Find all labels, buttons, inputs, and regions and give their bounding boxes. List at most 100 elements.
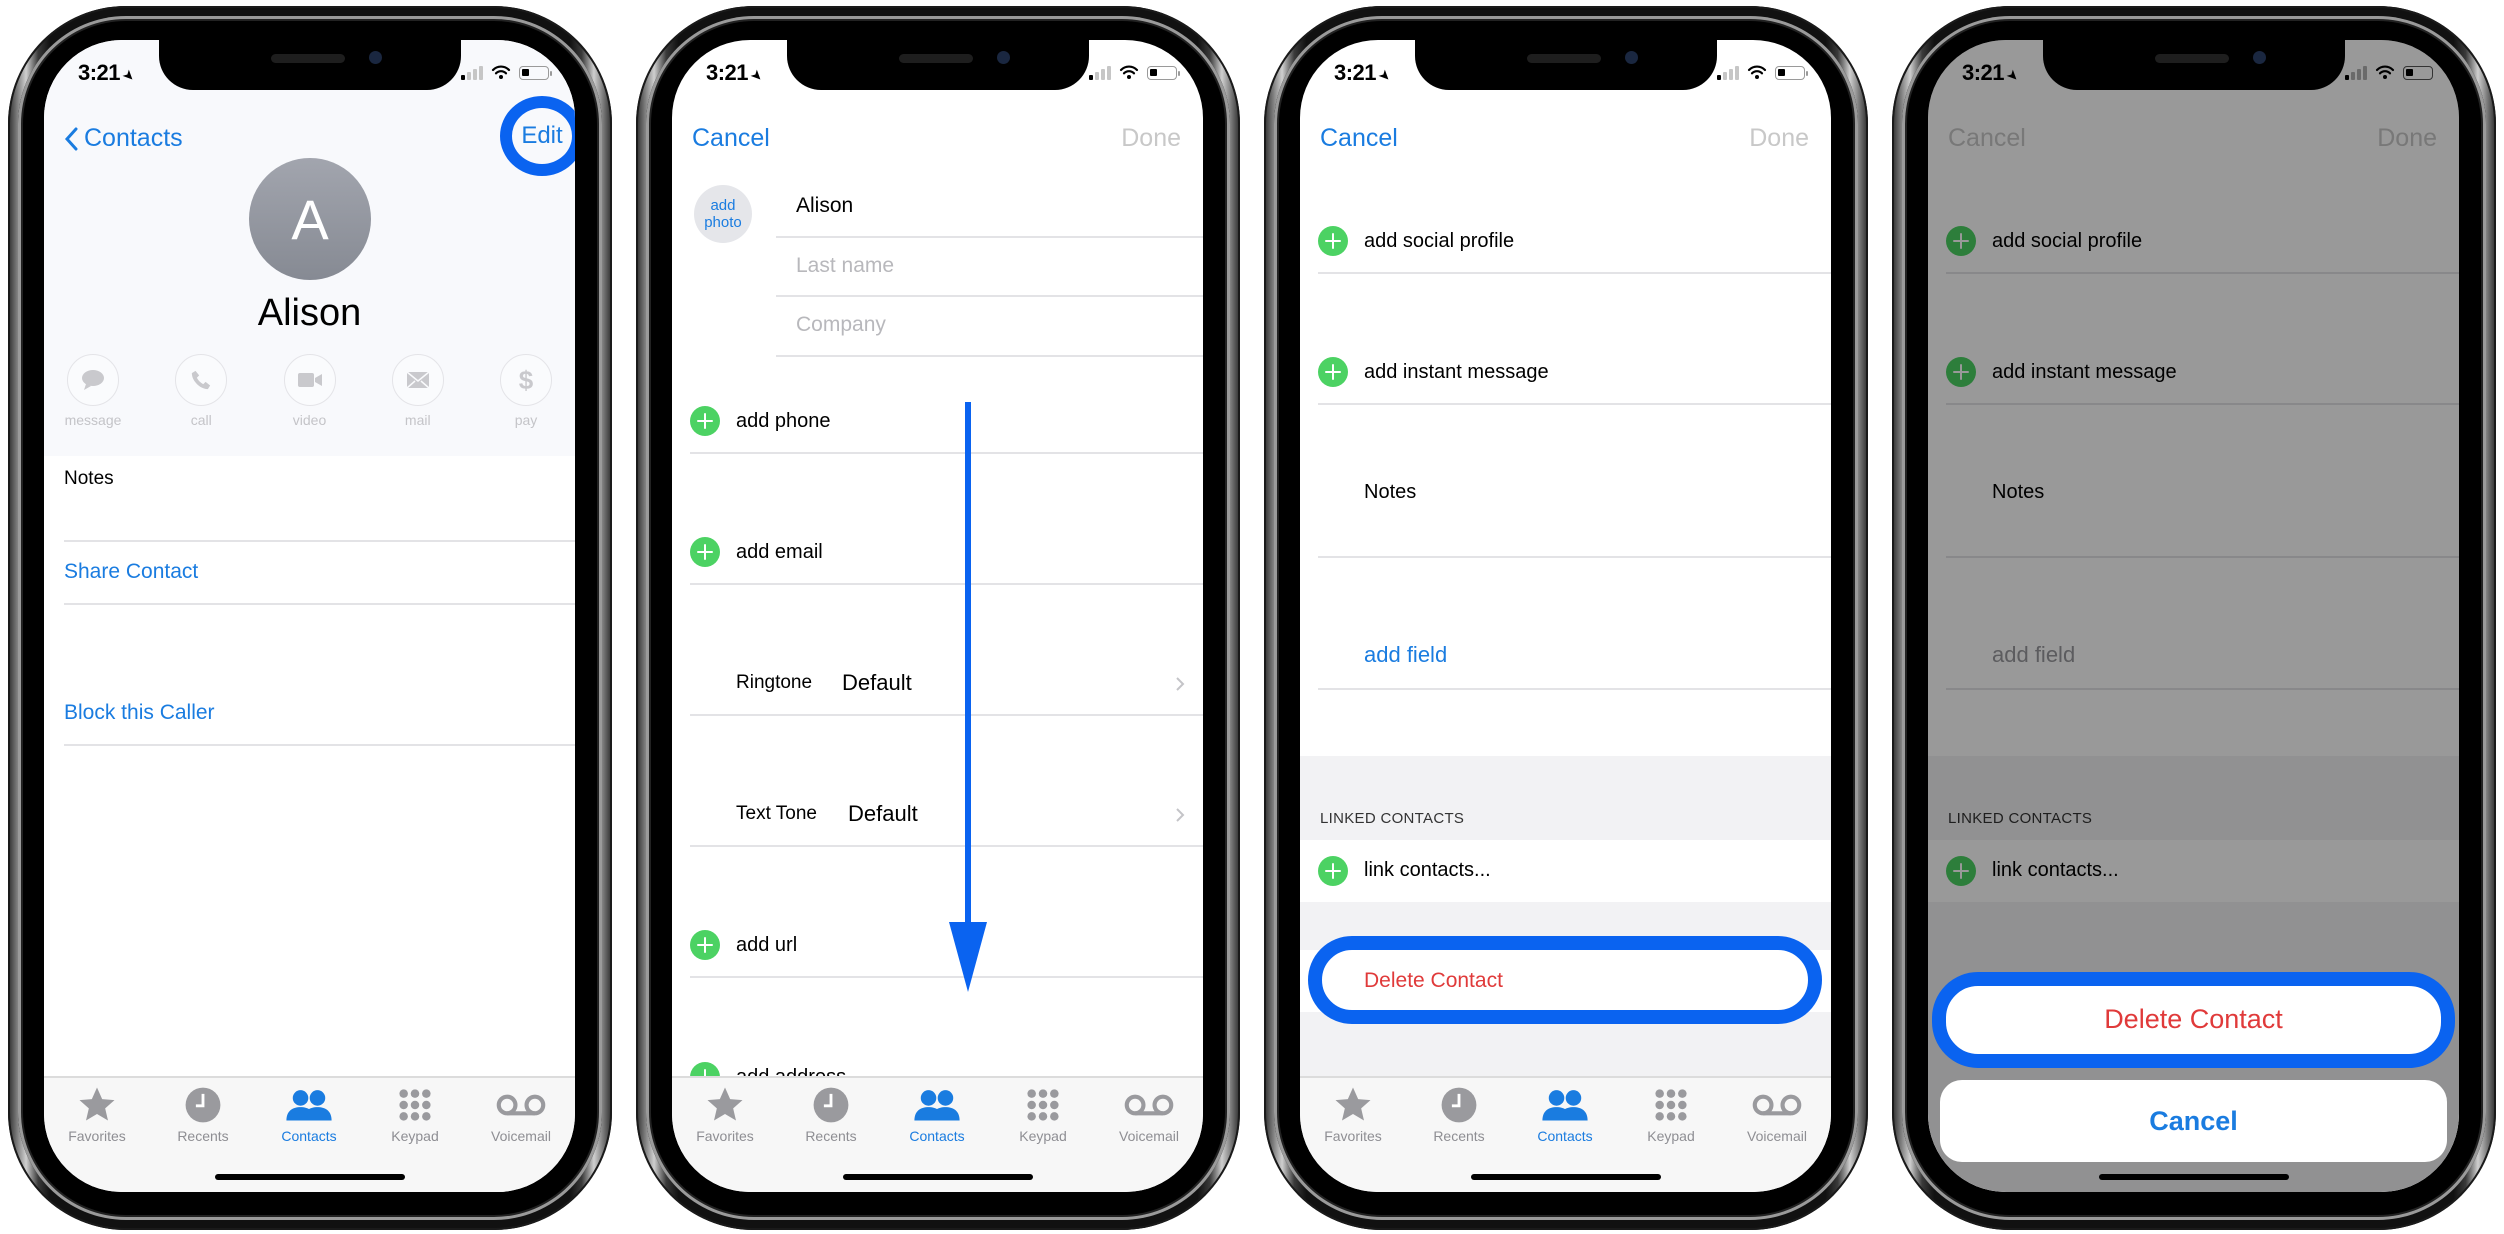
tab-contacts[interactable]: Contacts: [884, 1084, 990, 1144]
video-action-button[interactable]: video: [275, 354, 345, 428]
divider: [690, 714, 1203, 716]
message-action-button[interactable]: message: [58, 354, 128, 428]
done-button[interactable]: Done: [1749, 124, 1809, 153]
star-icon: [77, 1085, 117, 1125]
add-url-plus-icon[interactable]: [690, 930, 720, 960]
pay-action-button[interactable]: $ pay: [491, 354, 561, 428]
tab-recents[interactable]: Recents: [150, 1084, 256, 1144]
add-instant-message-plus-icon[interactable]: [1318, 357, 1348, 387]
message-bubble-icon: [82, 370, 104, 390]
status-time: 3:21➤: [706, 60, 767, 85]
home-indicator[interactable]: [1470, 1174, 1661, 1180]
nav-bar: Cancel Done: [672, 116, 1203, 160]
home-indicator[interactable]: [842, 1174, 1033, 1180]
edit-label: Edit: [521, 122, 563, 149]
contact-name: Alison: [257, 292, 362, 334]
pay-label: pay: [514, 412, 538, 428]
status-time: 3:21➤: [1962, 60, 2023, 85]
first-name-input[interactable]: Alison: [796, 194, 853, 218]
mail-action-button[interactable]: mail: [383, 354, 453, 428]
notes-label[interactable]: Notes: [1364, 481, 1416, 504]
phone-frame-3: 3:21➤ Cancel Done add social profile add…: [1264, 6, 1868, 1230]
add-email-button[interactable]: add email: [736, 541, 823, 564]
keypad-icon: [1654, 1088, 1688, 1122]
home-indicator[interactable]: [214, 1174, 405, 1180]
sheet-cancel-button[interactable]: Cancel: [1940, 1080, 2447, 1162]
divider: [1318, 403, 1831, 405]
tab-recents[interactable]: Recents: [778, 1084, 884, 1144]
cellular-signal-icon: [1717, 66, 1739, 80]
tab-keypad[interactable]: Keypad: [1618, 1084, 1724, 1144]
add-phone-plus-icon[interactable]: [690, 406, 720, 436]
edit-button[interactable]: Edit: [500, 96, 575, 176]
status-time: 3:21➤: [1334, 60, 1395, 85]
company-input[interactable]: Company: [796, 313, 886, 337]
cancel-button[interactable]: Cancel: [1320, 124, 1398, 153]
done-button[interactable]: Done: [1121, 124, 1181, 153]
ringtone-label: Ringtone: [736, 672, 813, 693]
home-indicator[interactable]: [2098, 1174, 2289, 1180]
star-icon: [1333, 1085, 1373, 1125]
sheet-cancel-label: Cancel: [2149, 1105, 2238, 1136]
voicemail-icon: [496, 1093, 546, 1117]
highlight-ring: [1932, 972, 2455, 1068]
notes-field[interactable]: [44, 460, 575, 540]
notch: [786, 40, 1089, 90]
chevron-left-icon: [64, 127, 78, 150]
tab-favorites[interactable]: Favorites: [672, 1084, 778, 1144]
battery-low-icon: [2403, 66, 2436, 80]
divider: [64, 603, 575, 605]
add-phone-button[interactable]: add phone: [736, 410, 831, 433]
last-name-input[interactable]: Last name: [796, 254, 894, 278]
tab-contacts[interactable]: Contacts: [1512, 1084, 1618, 1144]
add-social-profile-button[interactable]: add social profile: [1364, 230, 1514, 253]
back-label: Contacts: [84, 124, 183, 152]
location-arrow-icon: ➤: [747, 65, 767, 85]
text-tone-row[interactable]: Text Tone Default: [672, 771, 1203, 841]
add-social-profile-plus-icon[interactable]: [1318, 226, 1348, 256]
cellular-signal-icon: [461, 66, 483, 80]
tab-favorites[interactable]: Favorites: [44, 1084, 150, 1144]
divider: [690, 976, 1203, 978]
cellular-signal-icon: [2345, 66, 2367, 80]
voicemail-icon: [1752, 1093, 1802, 1117]
tab-keypad[interactable]: Keypad: [990, 1084, 1096, 1144]
add-photo-button[interactable]: add photo: [694, 185, 752, 243]
quick-actions: message call video mail $ pay: [58, 354, 561, 428]
tab-voicemail[interactable]: Voicemail: [468, 1084, 574, 1144]
tab-voicemail[interactable]: Voicemail: [1724, 1084, 1830, 1144]
notch: [2042, 40, 2345, 90]
divider: [64, 744, 575, 746]
contact-detail-screen: 3:21➤ Contacts Edit A Alison message cal…: [44, 40, 575, 1192]
tab-favorites[interactable]: Favorites: [1300, 1084, 1406, 1144]
divider: [690, 845, 1203, 847]
add-email-plus-icon[interactable]: [690, 537, 720, 567]
battery-low-icon: [519, 66, 552, 80]
clock-icon: [1440, 1086, 1478, 1124]
tab-recents[interactable]: Recents: [1406, 1084, 1512, 1144]
tab-voicemail[interactable]: Voicemail: [1096, 1084, 1202, 1144]
call-label: call: [190, 412, 212, 428]
avatar: A: [249, 158, 371, 280]
back-to-contacts-button[interactable]: Contacts: [64, 124, 183, 153]
share-contact-link[interactable]: Share Contact: [64, 560, 198, 584]
divider: [776, 355, 1203, 357]
ringtone-row[interactable]: Ringtone Default: [672, 640, 1203, 710]
location-arrow-icon: ➤: [119, 65, 139, 85]
add-url-button[interactable]: add url: [736, 934, 797, 957]
tab-contacts[interactable]: Contacts: [256, 1084, 362, 1144]
cancel-button[interactable]: Cancel: [692, 124, 770, 153]
link-contacts-row[interactable]: link contacts...: [1300, 840, 1831, 902]
location-arrow-icon: ➤: [1375, 65, 1395, 85]
front-camera-icon: [2252, 51, 2266, 64]
chevron-right-icon: [1175, 807, 1185, 823]
add-field-button[interactable]: add field: [1364, 642, 1447, 668]
call-action-button[interactable]: call: [166, 354, 236, 428]
chevron-right-icon: [1175, 676, 1185, 692]
phone-frame-1: 3:21➤ Contacts Edit A Alison message cal…: [8, 6, 612, 1230]
add-instant-message-button[interactable]: add instant message: [1364, 361, 1549, 384]
message-label: message: [64, 412, 122, 428]
tab-keypad[interactable]: Keypad: [362, 1084, 468, 1144]
divider: [64, 540, 575, 542]
block-caller-link[interactable]: Block this Caller: [64, 701, 215, 725]
